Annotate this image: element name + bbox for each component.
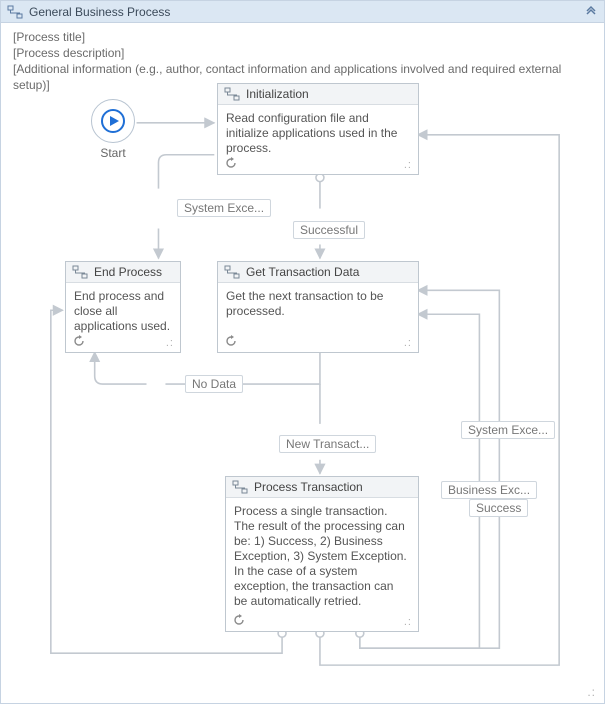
edge-no-data: No Data (185, 375, 243, 393)
node-title: Get Transaction Data (246, 265, 359, 279)
edge-successful: Successful (293, 221, 365, 239)
resize-grip-icon (404, 339, 412, 347)
node-header: Process Transaction (226, 477, 418, 498)
edge-business-exception: Business Exc... (441, 481, 537, 499)
start-label: Start (91, 146, 135, 160)
flowchart-icon (72, 265, 88, 279)
panel-title: General Business Process (29, 5, 584, 19)
retry-icon (232, 613, 246, 627)
initialization-node[interactable]: Initialization Read configuration file a… (217, 83, 419, 175)
panel-resize-grip-icon (587, 688, 596, 697)
retry-icon (224, 334, 238, 348)
retry-icon (224, 156, 238, 170)
edge-new-transaction: New Transact... (279, 435, 376, 453)
flowchart-icon (224, 87, 240, 101)
resize-grip-icon (404, 161, 412, 169)
node-header: End Process (66, 262, 180, 283)
retry-icon (72, 334, 86, 348)
node-body: Get the next transaction to be processed… (218, 283, 418, 339)
start-circle[interactable] (91, 99, 135, 143)
process-description-placeholder: [Process description] (13, 45, 592, 61)
resize-grip-icon (166, 339, 174, 347)
flowchart-icon (232, 480, 248, 494)
flowchart-icon (7, 5, 23, 19)
flowchart-icon (224, 265, 240, 279)
end-process-node[interactable]: End Process End process and close all ap… (65, 261, 181, 353)
resize-grip-icon (404, 618, 412, 626)
node-title: End Process (94, 265, 162, 279)
start-node[interactable]: Start (91, 99, 135, 160)
edge-system-exception-1: System Exce... (177, 199, 271, 217)
node-title: Initialization (246, 87, 309, 101)
node-body: Read configuration file and initialize a… (218, 105, 418, 176)
edge-system-exception-2: System Exce... (461, 421, 555, 439)
panel-titlebar: General Business Process (1, 1, 604, 23)
node-header: Get Transaction Data (218, 262, 418, 283)
get-transaction-node[interactable]: Get Transaction Data Get the next transa… (217, 261, 419, 353)
collapse-chevron-icon[interactable] (584, 5, 598, 19)
node-header: Initialization (218, 84, 418, 105)
workflow-panel: General Business Process [Process title]… (0, 0, 605, 704)
canvas: Start Initialization Read configuration … (1, 75, 604, 703)
process-title-placeholder: [Process title] (13, 29, 592, 45)
edge-success: Success (469, 499, 528, 517)
node-body: Process a single transaction. The result… (226, 498, 418, 629)
process-transaction-node[interactable]: Process Transaction Process a single tra… (225, 476, 419, 632)
node-title: Process Transaction (254, 480, 363, 494)
